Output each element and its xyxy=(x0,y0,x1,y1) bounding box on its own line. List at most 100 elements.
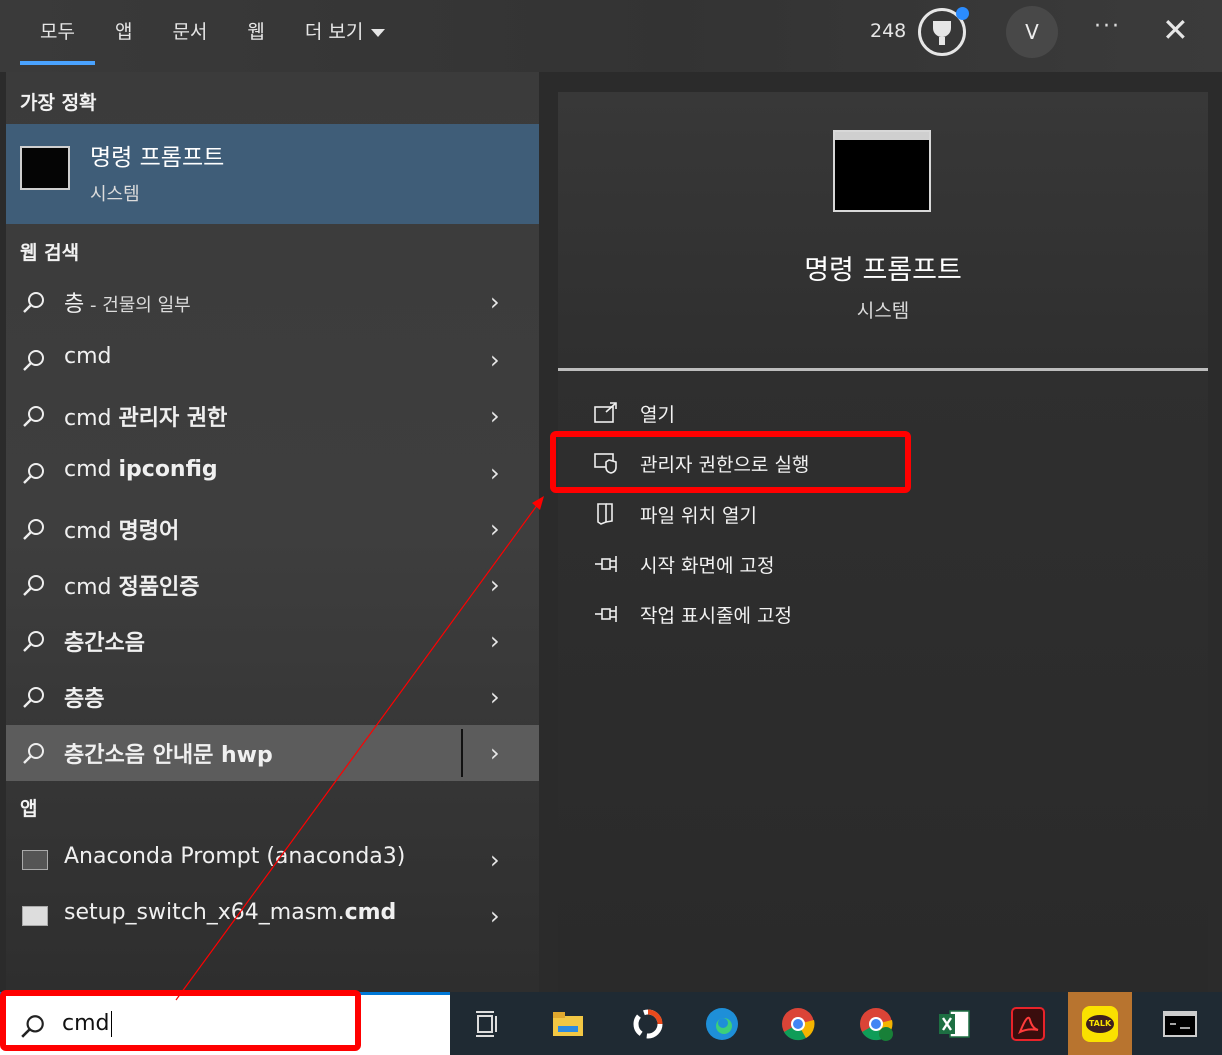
chevron-right-icon[interactable]: › xyxy=(490,288,500,316)
action-label: 작업 표시줄에 고정 xyxy=(640,605,792,627)
taskbar-edge[interactable] xyxy=(690,992,754,1055)
search-icon xyxy=(23,292,44,313)
pin-icon xyxy=(595,556,617,572)
kakaotalk-icon: TALK xyxy=(1082,1006,1118,1042)
chrome-icon xyxy=(782,1008,815,1041)
tab-apps[interactable]: 앱 xyxy=(95,0,152,64)
details-title: 명령 프롬프트 xyxy=(804,255,962,286)
app-result[interactable]: Anaconda Prompt (anaconda3) › xyxy=(6,832,539,888)
best-match-title: 명령 프롬프트 xyxy=(90,145,225,171)
web-result-label: 층층 xyxy=(64,687,105,712)
search-icon xyxy=(23,631,44,652)
avatar[interactable]: V xyxy=(1006,6,1058,58)
search-icon xyxy=(23,519,44,540)
action-label: 시작 화면에 고정 xyxy=(640,555,775,577)
trophy-icon[interactable] xyxy=(918,7,969,56)
chevron-right-icon[interactable]: › xyxy=(490,571,500,599)
batch-file-icon xyxy=(22,906,48,926)
divider xyxy=(461,729,463,777)
chevron-right-icon[interactable]: › xyxy=(490,346,500,374)
taskbar-acrobat[interactable] xyxy=(996,992,1060,1055)
file-explorer-icon xyxy=(553,1012,583,1036)
tab-web[interactable]: 웹 xyxy=(227,0,284,64)
section-apps: 앱 xyxy=(20,798,38,820)
terminal-icon xyxy=(833,130,931,212)
highlight-search-box xyxy=(0,990,361,1051)
web-result-label: 층간소음 xyxy=(64,631,145,656)
file-location-icon xyxy=(597,503,613,525)
best-match-item[interactable]: 명령 프롬프트 시스템 xyxy=(6,124,539,224)
open-icon xyxy=(594,402,617,423)
task-view-button[interactable] xyxy=(456,992,520,1055)
chevron-right-icon[interactable]: › xyxy=(490,846,500,874)
web-result[interactable]: 층층 › xyxy=(6,669,539,725)
section-web-search: 웹 검색 xyxy=(20,242,80,264)
web-result[interactable]: cmd 명령어 › xyxy=(6,501,539,557)
search-header: 모두 앱 문서 웹 더 보기 248 V ··· ✕ xyxy=(0,0,1222,72)
chevron-right-icon[interactable]: › xyxy=(490,683,500,711)
app-result[interactable]: setup_switch_x64_masm.cmd › xyxy=(6,888,539,944)
notification-dot xyxy=(956,7,969,20)
kakao-label: TALK xyxy=(1086,1015,1114,1033)
taskbar-kakaotalk[interactable]: TALK xyxy=(1068,992,1132,1055)
chevron-right-icon[interactable]: › xyxy=(490,515,500,543)
web-result[interactable]: cmd › xyxy=(6,332,539,388)
taskbar-terminal[interactable] xyxy=(1148,992,1212,1055)
excel-icon xyxy=(939,1010,970,1038)
web-result-hovered[interactable]: 층간소음 안내문 hwp › xyxy=(6,725,539,781)
tab-more[interactable]: 더 보기 xyxy=(285,0,405,64)
pin-icon xyxy=(595,606,617,622)
web-result[interactable]: 층 - 건물의 일부 › xyxy=(6,274,539,330)
edge-icon xyxy=(706,1008,738,1040)
search-icon xyxy=(23,687,44,708)
web-result[interactable]: cmd 관리자 권한 › xyxy=(6,388,539,444)
search-icon xyxy=(23,463,44,484)
taskbar-chrome[interactable] xyxy=(766,992,830,1055)
chevron-right-icon[interactable]: › xyxy=(490,902,500,930)
taskbar-app[interactable] xyxy=(616,992,680,1055)
app-result-label: Anaconda Prompt (anaconda3) xyxy=(64,844,406,869)
best-match-subtitle: 시스템 xyxy=(90,184,140,205)
tab-documents[interactable]: 문서 xyxy=(152,0,227,64)
details-pane: 명령 프롬프트 시스템 열기 관리자 권한으로 실행 파일 위치 열기 시작 화… xyxy=(558,92,1208,992)
task-view-icon xyxy=(476,1011,497,1037)
app-result-label: setup_switch_x64_masm.cmd xyxy=(64,900,397,925)
search-icon xyxy=(23,406,44,427)
highlight-run-as-admin xyxy=(550,431,911,493)
more-options-button[interactable]: ··· xyxy=(1094,14,1121,39)
chevron-right-icon[interactable]: › xyxy=(490,739,500,767)
section-best-match: 가장 정확 xyxy=(20,92,97,114)
web-result-label: cmd 관리자 권한 xyxy=(64,406,228,431)
web-result-label: cmd 명령어 xyxy=(64,519,180,544)
web-result[interactable]: cmd ipconfig › xyxy=(6,445,539,501)
divider xyxy=(558,368,1208,371)
web-result-label: 층 - 건물의 일부 xyxy=(64,292,191,317)
chevron-right-icon[interactable]: › xyxy=(490,402,500,430)
terminal-icon xyxy=(1163,1011,1197,1037)
tab-all[interactable]: 모두 xyxy=(20,0,95,65)
taskbar-chrome-profile[interactable] xyxy=(844,992,908,1055)
web-result[interactable]: cmd 정품인증 › xyxy=(6,557,539,613)
details-subtitle: 시스템 xyxy=(856,300,910,322)
acrobat-icon xyxy=(1011,1007,1045,1041)
action-label: 파일 위치 열기 xyxy=(640,505,757,527)
search-icon xyxy=(23,743,44,764)
chevron-right-icon[interactable]: › xyxy=(490,627,500,655)
rewards-points: 248 xyxy=(870,20,907,42)
taskbar-file-explorer[interactable] xyxy=(536,992,600,1055)
chrome-profile-icon xyxy=(860,1008,893,1041)
taskbar-excel[interactable] xyxy=(922,992,986,1055)
chevron-right-icon[interactable]: › xyxy=(490,459,500,487)
web-result-label: cmd ipconfig xyxy=(64,457,218,482)
search-icon xyxy=(23,575,44,596)
web-result-label: cmd 정품인증 xyxy=(64,575,200,600)
results-list: 가장 정확 명령 프롬프트 시스템 웹 검색 층 - 건물의 일부 › cmd … xyxy=(6,72,539,992)
action-label: 열기 xyxy=(640,404,675,426)
tab-more-label: 더 보기 xyxy=(304,21,364,43)
chevron-down-icon xyxy=(371,28,386,37)
close-button[interactable]: ✕ xyxy=(1162,14,1189,46)
web-result[interactable]: 층간소음 › xyxy=(6,613,539,669)
terminal-icon xyxy=(20,146,70,190)
filter-tabs: 모두 앱 문서 웹 더 보기 xyxy=(20,0,405,72)
web-result-label: 층간소음 안내문 hwp xyxy=(64,743,273,768)
